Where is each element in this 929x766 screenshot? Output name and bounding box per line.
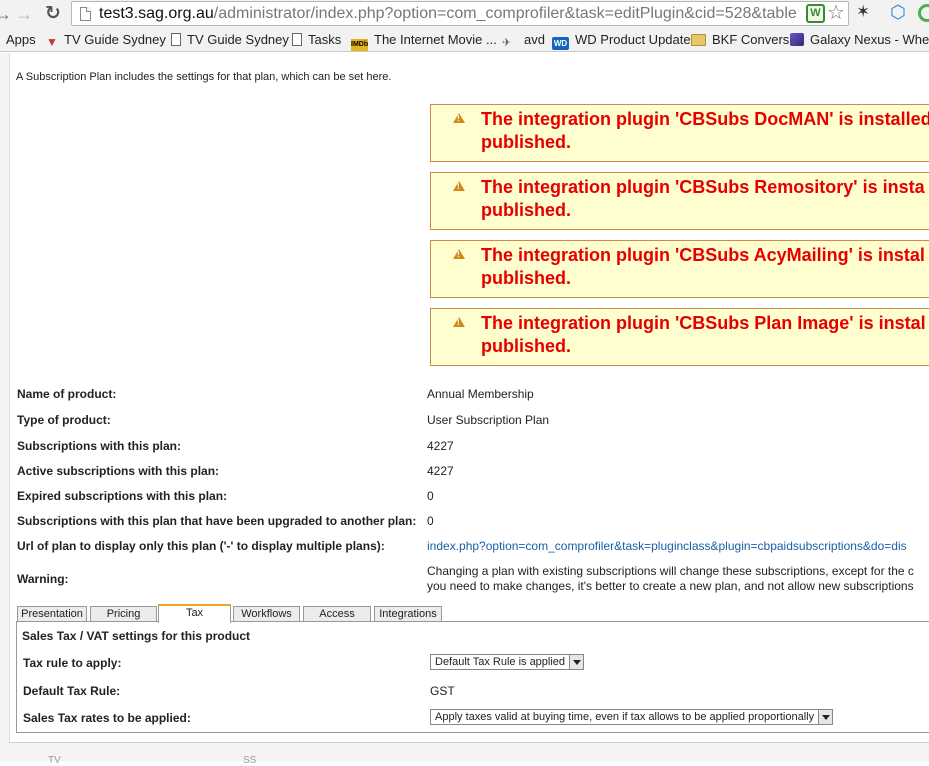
- avd-icon: ✈: [502, 37, 512, 49]
- tax-rates-label: Sales Tax rates to be applied:: [23, 711, 191, 725]
- address-bar[interactable]: test3.sag.org.au/administrator/index.php…: [71, 1, 849, 26]
- alert-line2: published.: [481, 132, 571, 152]
- bookmark-label: avd: [524, 32, 545, 47]
- tax-rates-selected: Apply taxes valid at buying time, even i…: [435, 711, 815, 723]
- warning-icon: [453, 113, 465, 123]
- plan-url-link[interactable]: index.php?option=com_comprofiler&task=pl…: [427, 539, 929, 553]
- url-path: /administrator/index.php?option=com_comp…: [213, 5, 797, 22]
- browser-toolbar: → → ↻ test3.sag.org.au/administrator/ind…: [0, 0, 929, 28]
- galaxy-icon: [790, 33, 804, 46]
- tax-rule-select[interactable]: Default Tax Rule is applied: [430, 654, 584, 670]
- alert-plan-image: The integration plugin 'CBSubs Plan Imag…: [430, 308, 929, 366]
- tax-rates-select[interactable]: Apply taxes valid at buying time, even i…: [430, 709, 833, 725]
- type-of-product-label: Type of product:: [17, 413, 111, 427]
- tax-rule-label: Tax rule to apply:: [23, 656, 122, 670]
- tv-icon: ▼: [46, 35, 58, 49]
- alert-docman: The integration plugin 'CBSubs DocMAN' i…: [430, 104, 929, 162]
- alert-line1: The integration plugin 'CBSubs DocMAN' i…: [481, 109, 929, 129]
- url-host: test3.sag.org.au: [99, 5, 214, 22]
- intro-text: A Subscription Plan includes the setting…: [16, 71, 392, 83]
- bookmark-label: WD Product Update: [575, 32, 691, 47]
- bookmark-label: TV Guide Sydney: [187, 32, 289, 47]
- warning-icon: [453, 249, 465, 259]
- page-icon: [292, 33, 302, 46]
- default-tax-rule-label: Default Tax Rule:: [23, 684, 121, 698]
- bookmarks-bar: Apps ▼ TV Guide Sydney TV Guide Sydney Ta…: [0, 28, 929, 52]
- warning-icon: [453, 317, 465, 327]
- bookmark-imdb[interactable]: IMDb The Internet Movie ...: [351, 32, 497, 51]
- back-arrow-icon[interactable]: →: [0, 3, 12, 25]
- reload-icon[interactable]: ↻: [42, 3, 64, 25]
- tab-workflows[interactable]: Workflows: [233, 606, 300, 622]
- imdb-icon: IMDb: [351, 39, 368, 51]
- alert-remository: The integration plugin 'CBSubs Remositor…: [430, 172, 929, 230]
- tab-tax[interactable]: Tax: [158, 604, 231, 623]
- expired-subscriptions-label: Expired subscriptions with this plan:: [17, 489, 228, 503]
- bug-extension-icon[interactable]: ✶: [856, 2, 870, 22]
- active-subscriptions-label: Active subscriptions with this plan:: [17, 464, 220, 478]
- bookmark-avd[interactable]: ✈ avd: [502, 32, 545, 49]
- alert-text: The integration plugin 'CBSubs AcyMailin…: [481, 244, 929, 290]
- alert-text: The integration plugin 'CBSubs Remositor…: [481, 176, 929, 222]
- alert-line1: The integration plugin 'CBSubs AcyMailin…: [481, 245, 925, 265]
- upgraded-subscriptions-value: 0: [427, 514, 434, 528]
- bookmark-label: The Internet Movie ...: [374, 32, 497, 47]
- bookmark-apps[interactable]: Apps: [6, 32, 36, 47]
- wd-icon: WD: [552, 37, 569, 50]
- expired-subscriptions-value: 0: [427, 489, 434, 503]
- page-icon: [171, 33, 181, 46]
- bookmark-star-icon[interactable]: ☆: [827, 2, 845, 24]
- warning-text: Changing a plan with existing subscripti…: [427, 564, 929, 594]
- bookmark-tv-guide-1[interactable]: ▼ TV Guide Sydney: [46, 32, 166, 49]
- tab-presentation[interactable]: Presentation: [17, 606, 87, 622]
- warning-icon: [453, 181, 465, 191]
- tab-pricing[interactable]: Pricing: [90, 606, 157, 622]
- chevron-down-icon[interactable]: [818, 710, 832, 724]
- type-of-product-value: User Subscription Plan: [427, 413, 550, 427]
- alert-line2: published.: [481, 268, 571, 288]
- bookmark-label: Apps: [6, 32, 36, 47]
- folder-icon: [691, 34, 706, 46]
- warning-line2: you need to make changes, it's better to…: [427, 579, 914, 593]
- bookmark-tasks[interactable]: Tasks: [292, 32, 341, 47]
- shield-extension-icon[interactable]: W: [806, 4, 825, 23]
- ring-extension-icon[interactable]: [918, 4, 929, 22]
- chevron-down-icon[interactable]: [569, 655, 583, 669]
- active-subscriptions-value: 4227: [427, 464, 454, 478]
- bookmark-wd-update[interactable]: WD WD Product Update: [552, 32, 691, 50]
- url-text[interactable]: test3.sag.org.au/administrator/index.php…: [99, 5, 797, 23]
- subscriptions-value: 4227: [427, 439, 454, 453]
- name-of-product-label: Name of product:: [17, 387, 117, 401]
- tax-rule-selected: Default Tax Rule is applied: [435, 656, 566, 668]
- alert-line1: The integration plugin 'CBSubs Plan Imag…: [481, 313, 926, 333]
- alert-text: The integration plugin 'CBSubs Plan Imag…: [481, 312, 929, 358]
- alert-acymailing: The integration plugin 'CBSubs AcyMailin…: [430, 240, 929, 298]
- hexagon-extension-icon[interactable]: ⬡: [890, 2, 906, 23]
- bookmark-tv-guide-2[interactable]: TV Guide Sydney: [171, 32, 289, 47]
- warning-label: Warning:: [17, 572, 69, 586]
- tab-access[interactable]: Access: [303, 606, 371, 622]
- bookmark-galaxy-nexus[interactable]: Galaxy Nexus - Wher...: [790, 32, 929, 47]
- tab-integrations[interactable]: Integrations: [374, 606, 442, 622]
- bookmark-label: Galaxy Nexus - Wher...: [810, 32, 929, 47]
- name-of-product-value: Annual Membership: [427, 387, 534, 401]
- alert-line2: published.: [481, 200, 571, 220]
- bookmark-bkf-convers[interactable]: BKF Convers: [691, 32, 789, 47]
- plan-url-label: Url of plan to display only this plan ('…: [17, 539, 385, 553]
- default-tax-rule-value: GST: [430, 684, 455, 698]
- alert-text: The integration plugin 'CBSubs DocMAN' i…: [481, 108, 929, 154]
- page-icon: [80, 7, 91, 21]
- upgraded-subscriptions-label: Subscriptions with this plan that have b…: [17, 514, 417, 528]
- alert-line2: published.: [481, 336, 571, 356]
- bookmark-label: Tasks: [308, 32, 342, 47]
- tax-panel-heading: Sales Tax / VAT settings for this produc…: [22, 629, 251, 643]
- warning-line1: Changing a plan with existing subscripti…: [427, 564, 914, 578]
- alert-line1: The integration plugin 'CBSubs Remositor…: [481, 177, 925, 197]
- bookmark-label: TV Guide Sydney: [64, 32, 166, 47]
- bookmark-label: BKF Convers: [712, 32, 790, 47]
- subscriptions-label: Subscriptions with this plan:: [17, 439, 182, 453]
- forward-arrow-icon[interactable]: →: [14, 3, 34, 25]
